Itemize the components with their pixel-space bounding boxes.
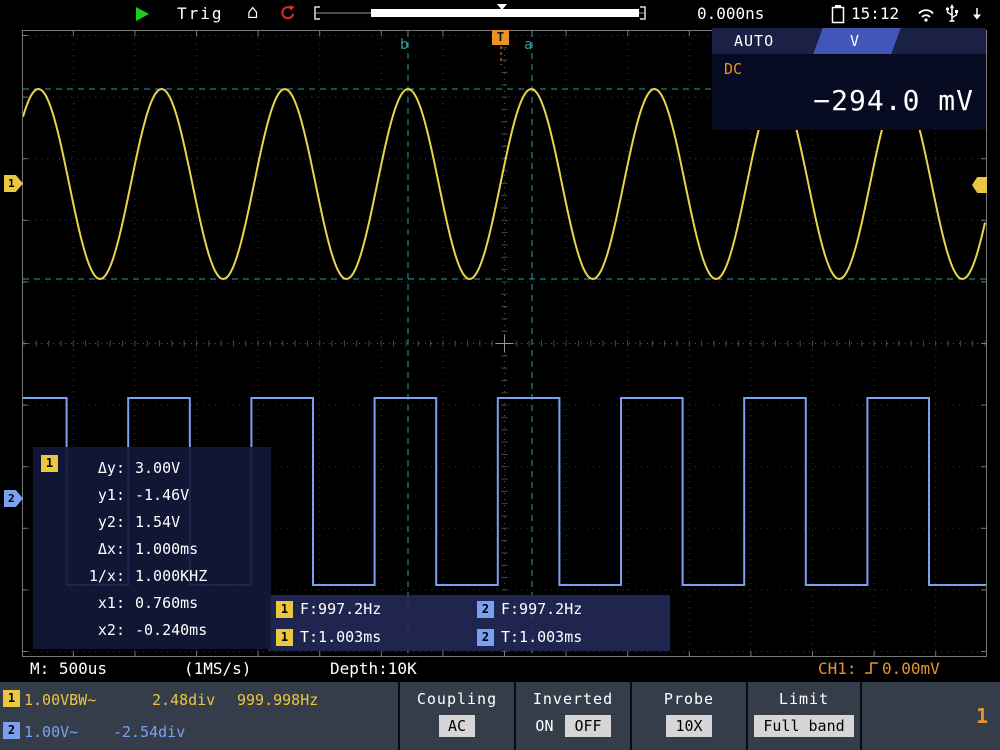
home-icon[interactable]: ⌂ — [247, 1, 258, 23]
tab-voltage[interactable]: V — [850, 32, 859, 50]
freq-measure-panel: 1 F:997.2Hz 2 F:997.2Hz 1 T:1.003ms 2 T:1.003ms — [268, 595, 670, 651]
menu-option[interactable]: OFF — [565, 715, 610, 737]
timebase-readout: M: 500us — [30, 659, 107, 678]
top-status-bar: Trig ⌂ 0.000ns 15:12 — [0, 0, 1000, 28]
meter-coupling-label: DC — [724, 60, 742, 78]
oscilloscope-screen: Trig ⌂ 0.000ns 15:12 — [0, 0, 1000, 750]
trigger-position-marker[interactable]: T — [492, 30, 509, 45]
cursor-b-label: b — [400, 37, 408, 53]
menu-option[interactable]: Full band — [754, 715, 853, 737]
channel-badge: 1 — [276, 601, 293, 618]
ch2-position: -2.54div — [113, 723, 185, 741]
ch1-position-marker[interactable]: 1 — [4, 175, 23, 192]
ch2-scale: 1.00V~ — [24, 723, 78, 741]
run-state-icon[interactable] — [136, 7, 149, 21]
menu-option[interactable]: AC — [439, 715, 475, 737]
trigger-time-readout: 0.000ns — [697, 4, 764, 23]
horizontal-position-indicator[interactable] — [313, 4, 647, 24]
menu-item-limit[interactable]: Limit Full band — [746, 682, 862, 750]
cursor-row-value: 1.54V — [135, 513, 180, 531]
multimeter-header: AUTO V — [712, 28, 986, 54]
cursor-row-value: -0.240ms — [135, 621, 207, 639]
menu-item-inverted[interactable]: Inverted ON OFF — [514, 682, 630, 750]
cursor-row: x1: 0.760ms — [69, 589, 207, 616]
freq-measure-cell: 1 F:997.2Hz — [268, 595, 469, 623]
bottom-bar: 1 1.00VBW~ 2.48div 999.998Hz 2 1.00V~ -2… — [0, 682, 1000, 750]
rising-edge-icon — [864, 660, 880, 676]
menu-item-coupling[interactable]: Coupling AC — [398, 682, 514, 750]
cursor-readout-panel: 1 Δy: 3.00V y1: -1.46V y2: 1.54V Δx: 1.000ms 1/x… — [33, 447, 271, 649]
freq-measure-text: T:1.003ms — [501, 628, 582, 646]
freq-measure-cell: 2 F:997.2Hz — [469, 595, 670, 623]
clock: 15:12 — [851, 4, 899, 23]
trigger-status-label: Trig — [177, 4, 224, 23]
cursor-row: Δy: 3.00V — [69, 454, 207, 481]
cursor-a-label: a — [524, 37, 532, 53]
cursor-row-label: y2: — [69, 513, 125, 531]
cursor-row-label: 1/x: — [69, 567, 125, 585]
cursor-row: y1: -1.46V — [69, 481, 207, 508]
cursor-row-value: 3.00V — [135, 459, 180, 477]
tab-auto[interactable]: AUTO — [734, 32, 774, 50]
peripheral-icon — [970, 6, 984, 22]
cursor-row-value: 1.000ms — [135, 540, 198, 558]
menu-item-probe[interactable]: Probe 10X — [630, 682, 746, 750]
cursor-row-value: 1.000KHZ — [135, 567, 207, 585]
menu-page-indicator[interactable]: 1 — [976, 704, 988, 728]
cursor-row: 1/x: 1.000KHZ — [69, 562, 207, 589]
meter-value: −294.0 mV — [813, 84, 974, 117]
channel-info: 1 1.00VBW~ 2.48div 999.998Hz 2 1.00V~ -2… — [0, 682, 398, 750]
ch2-badge: 2 — [3, 722, 20, 739]
menu-option[interactable]: 10X — [666, 715, 711, 737]
freq-measure-cell: 1 T:1.003ms — [268, 623, 469, 651]
freq-measure-text: T:1.003ms — [300, 628, 381, 646]
menu-item-title: Inverted — [516, 690, 630, 708]
usb-icon — [944, 4, 960, 24]
ch1-position: 2.48div — [152, 691, 215, 709]
freq-measure-cell: 2 T:1.003ms — [469, 623, 670, 651]
wifi-icon — [916, 7, 936, 22]
menu-item-title: Probe — [632, 690, 746, 708]
trigger-source-readout: CH1: — [818, 659, 857, 678]
cursor-row-label: x2: — [69, 621, 125, 639]
channel-badge: 1 — [276, 629, 293, 646]
menu-option[interactable]: ON — [535, 715, 553, 737]
trigger-level-readout: 0.00mV — [882, 659, 940, 678]
cursor-row-label: Δy: — [69, 459, 125, 477]
channel-badge: 2 — [477, 601, 494, 618]
cursor-row: x2: -0.240ms — [69, 616, 207, 643]
cursor-row-value: 0.760ms — [135, 594, 198, 612]
sample-rate-readout: (1MS/s) — [184, 659, 251, 678]
menu-item-title: Coupling — [400, 690, 514, 708]
status-bar: M: 500us (1MS/s) Depth:10K CH1: 0.00mV — [0, 656, 1000, 682]
soft-menu: Coupling AC Inverted ON OFF Probe 10X Limit Full… — [398, 682, 862, 750]
cursor-row-value: -1.46V — [135, 486, 189, 504]
cursor-row: y2: 1.54V — [69, 508, 207, 535]
ch1-frequency: 999.998Hz — [237, 691, 318, 709]
battery-icon — [830, 4, 846, 24]
cursor-row: Δx: 1.000ms — [69, 535, 207, 562]
menu-item-title: Limit — [748, 690, 860, 708]
depth-readout: Depth:10K — [330, 659, 417, 678]
freq-measure-text: F:997.2Hz — [300, 600, 381, 618]
cursor-row-label: x1: — [69, 594, 125, 612]
ch1-badge: 1 — [3, 690, 20, 707]
cursor-readout-rows: Δy:3.00Vy1:-1.46Vy2:1.54VΔx:1.000ms1/x:1… — [69, 454, 207, 643]
channel-badge: 1 — [41, 455, 58, 472]
utility-icon[interactable] — [279, 4, 297, 22]
multimeter-panel: AUTO V DC −294.0 mV — [712, 28, 986, 130]
channel-badge: 2 — [477, 629, 494, 646]
cursor-row-label: Δx: — [69, 540, 125, 558]
ch2-position-marker[interactable]: 2 — [4, 490, 23, 507]
freq-measure-text: F:997.2Hz — [501, 600, 582, 618]
ch1-scale: 1.00VBW~ — [24, 691, 96, 709]
cursor-row-label: y1: — [69, 486, 125, 504]
